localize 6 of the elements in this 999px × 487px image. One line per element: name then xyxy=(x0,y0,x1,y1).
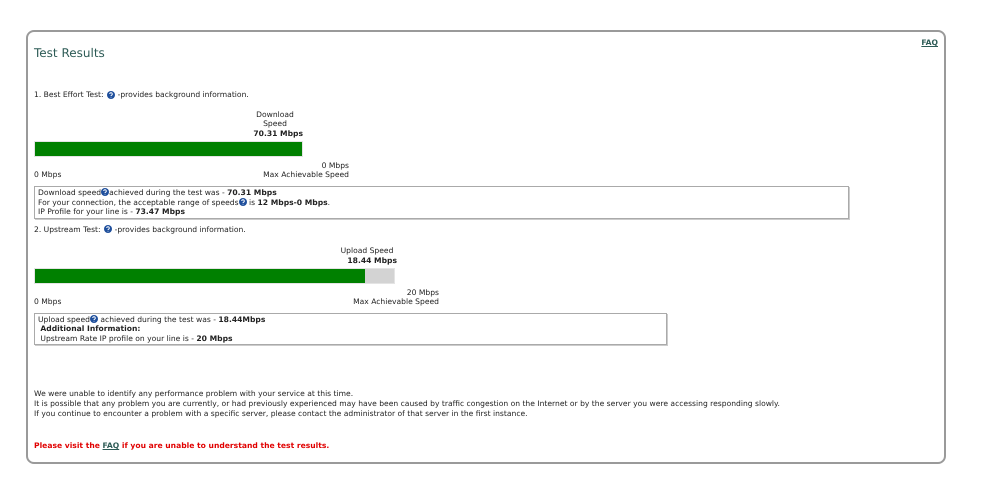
help-icon[interactable] xyxy=(238,198,247,206)
help-icon[interactable] xyxy=(90,314,98,322)
panel-title: Test Results xyxy=(34,46,105,60)
help-icon[interactable] xyxy=(106,90,115,98)
help-icon[interactable] xyxy=(101,188,110,196)
help-icon[interactable] xyxy=(104,225,112,233)
